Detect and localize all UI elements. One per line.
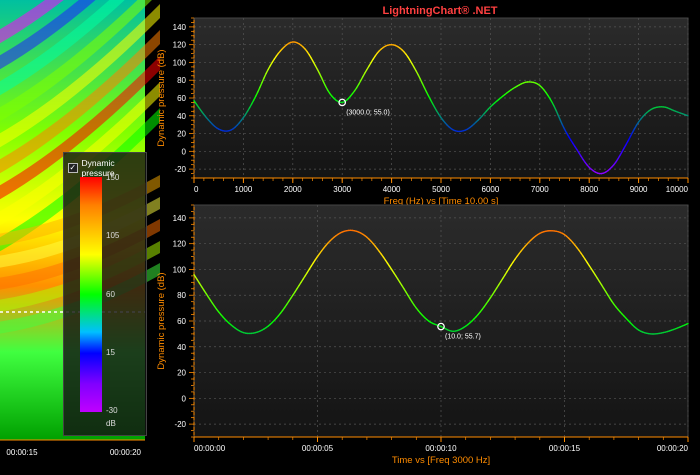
y-tick-label: 60 [177,94,186,103]
y-tick-label: 120 [173,41,187,50]
y-tick-label: 20 [177,369,186,378]
legend-tick: 60 [106,290,115,299]
x-tick-label: 0 [194,185,199,194]
cursor-label: (3000.0; 55.0) [346,109,390,116]
x-tick-label: 00:00:10 [425,444,457,453]
y-tick-label: 140 [173,23,187,32]
x-tick-label: 9000 [630,185,648,194]
y-axis-label: Dynamic pressure (dB) [156,49,167,146]
x-tick-label: 00:00:00 [194,444,226,453]
y-tick-label: 20 [177,130,186,139]
legend-color-scale [80,177,102,412]
color-legend: ✓ Dynamic pressure 150 105 60 15 -30 dB [63,152,147,436]
heatmap-time-tick: 00:00:15 [6,448,38,457]
x-tick-label: 2000 [284,185,302,194]
legend-tick: 150 [106,173,119,182]
y-tick-label: -20 [174,420,186,429]
x-tick-label: 3000 [333,185,351,194]
legend-tick: 15 [106,348,115,357]
y-tick-label: 80 [177,291,186,300]
app-root: 00:00:15 00:00:20 LightningChart® .NET 1… [0,0,700,470]
y-axis-label: Dynamic pressure (dB) [156,272,167,369]
x-tick-label: 5000 [432,185,450,194]
y-tick-label: 80 [177,76,186,85]
cursor-label: (10.0; 55.7) [445,334,481,341]
frequency-chart[interactable]: 140 120 100 80 60 40 20 0 -20 0 1000 2000 3000 4000 50… [156,18,689,207]
y-tick-label: 140 [173,214,187,223]
x-tick-label: 4000 [383,185,401,194]
legend-checkbox[interactable]: ✓ [68,163,78,173]
x-tick-label: 7000 [531,185,549,194]
y-tick-label: 100 [173,265,187,274]
x-tick-label: 6000 [482,185,500,194]
y-tick-label: 60 [177,317,186,326]
x-axis-label: Time vs [Freq 3000 Hz] [392,455,490,466]
x-tick-label: 1000 [235,185,253,194]
app-title: LightningChart® .NET [382,5,497,17]
x-tick-label: 8000 [580,185,598,194]
y-tick-label: -20 [174,165,186,174]
x-tick-label: 10000 [666,185,689,194]
x-tick-label: 00:00:15 [549,444,581,453]
heatmap-time-tick: 00:00:20 [110,448,142,457]
y-tick-label: 40 [177,112,186,121]
legend-unit: dB [106,419,116,428]
x-tick-label: 00:00:05 [302,444,334,453]
y-tick-label: 40 [177,343,186,352]
y-tick-label: 0 [182,394,187,403]
x-tick-label: 00:00:20 [657,444,689,453]
y-tick-label: 0 [182,147,187,156]
legend-tick: 105 [106,231,119,240]
legend-tick: -30 [106,406,118,415]
y-tick-label: 120 [173,240,187,249]
time-chart[interactable]: 140 120 100 80 60 40 20 0 -20 00:00:00 00:00:05 00:… [156,205,689,466]
heatmap-time-axis: 00:00:15 00:00:20 [0,440,145,457]
y-tick-label: 100 [173,58,187,67]
